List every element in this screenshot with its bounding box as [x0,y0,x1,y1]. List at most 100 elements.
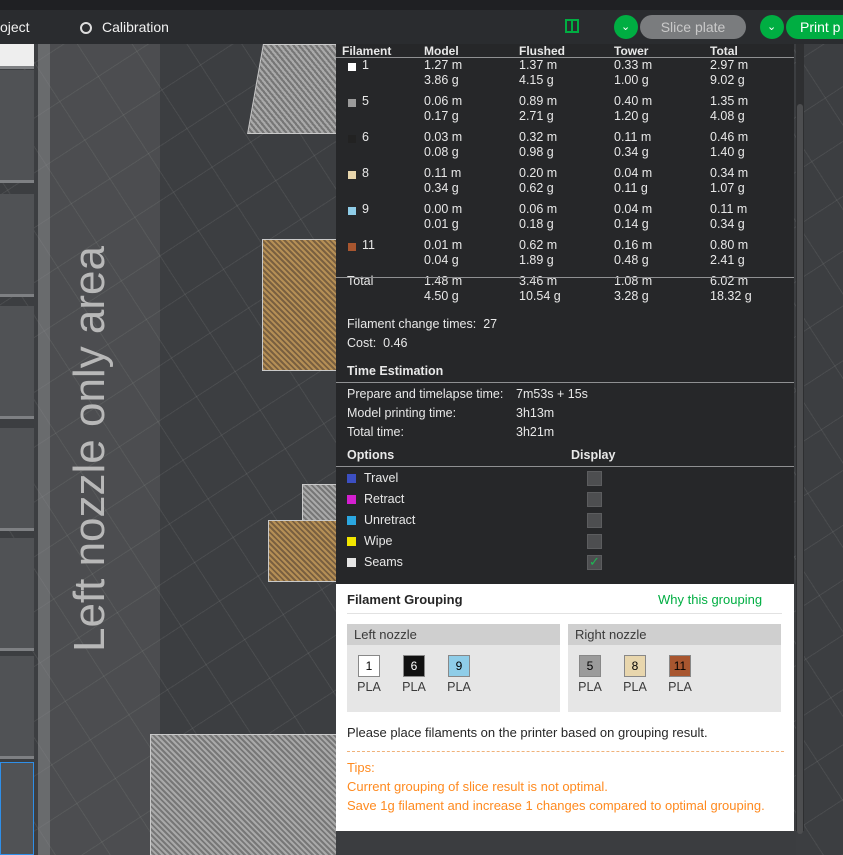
plate-thumbnail-selected[interactable] [0,762,34,855]
option-travel: Travel [347,469,602,487]
flushed-length: 0.32 m [519,130,558,144]
divider [336,277,794,278]
why-this-grouping-link[interactable]: Why this grouping [658,592,762,607]
filament-grouping-title: Filament Grouping [347,592,463,607]
time-estimation-heading: Time Estimation [347,364,444,378]
flushed-weight: 2.71 g [519,109,554,123]
model-part[interactable] [262,239,339,371]
model-weight: 0.34 g [424,181,459,195]
slice-plate-pill[interactable]: Slice plate [640,15,746,39]
column-header-total: Total [710,44,738,58]
cost-value: 0.46 [383,336,408,350]
travel-display-checkbox[interactable] [587,471,602,486]
prepare-time-value: 7m53s + 15s [516,387,588,401]
model-weight: 3.86 g [424,73,459,87]
scrollbar-thumb[interactable] [797,104,803,834]
unretract-display-checkbox[interactable] [587,513,602,528]
gear-icon [80,22,92,34]
option-unretract: Unretract [347,511,602,529]
slice-plate-button[interactable]: ⌄ Slice plate [614,15,746,39]
filament-usage-table: Filament Model Flushed Tower Total 1 1.27… [342,44,790,310]
option-wipe: Wipe [347,532,602,550]
total-length: 2.97 m [710,58,749,72]
model-part[interactable] [268,520,340,582]
flushed-weight: 4.15 g [519,73,554,87]
slice-dropdown-chevron-icon[interactable]: ⌄ [614,15,638,39]
filament-material: PLA [668,680,692,694]
retract-display-checkbox[interactable] [587,492,602,507]
tower-weight: 1.00 g [614,73,649,87]
plate-thumbnail[interactable] [0,306,34,419]
travel-color-icon [347,474,356,484]
filament-change-times-value: 27 [483,317,498,331]
total-weight: 0.34 g [710,217,745,231]
model-length: 0.00 m [424,202,463,216]
calibration-menu[interactable]: Calibration [80,10,169,44]
tower-length: 0.40 m [614,94,653,108]
filament-material: PLA [578,680,602,694]
plate-thumbnail[interactable] [0,656,34,759]
total-length: 0.80 m [710,238,749,252]
flushed-length: 0.89 m [519,94,558,108]
tower-weight: 1.20 g [614,109,649,123]
filament-swatch [348,135,356,143]
filament-chip[interactable]: 11 PLA [662,655,698,694]
plate-thumbnail[interactable] [0,428,34,531]
filament-chip[interactable]: 6 PLA [396,655,432,694]
flushed-weight: 10.54 g [519,289,561,303]
model-weight: 4.50 g [424,289,459,303]
window-top-strip [0,0,843,10]
seams-display-checkbox[interactable] [587,553,602,571]
filament-material: PLA [357,680,381,694]
tip-line: Save 1g filament and increase 1 changes … [347,798,765,813]
model-time-label: Model printing time: [347,406,457,420]
filament-id: 5 [362,94,369,108]
plate-thumbnail[interactable] [0,70,34,183]
column-header-tower: Tower [614,44,649,58]
total-length: 0.46 m [710,130,749,144]
plate-thumbnail[interactable] [0,538,34,651]
print-pill[interactable]: Print p [786,15,843,39]
model-weight: 0.01 g [424,217,459,231]
flushed-weight: 0.98 g [519,145,554,159]
filament-material: PLA [623,680,647,694]
model-part[interactable] [150,734,338,855]
total-length: 0.11 m [710,202,748,216]
filament-chip[interactable]: 5 PLA [572,655,608,694]
model-weight: 0.17 g [424,109,459,123]
display-heading: Display [571,448,616,462]
model-weight: 0.08 g [424,145,459,159]
filament-id: 6 [362,130,369,144]
tower-weight: 3.28 g [614,289,649,303]
layout-toggle-icon[interactable] [565,19,579,33]
model-weight: 0.04 g [424,253,459,267]
filament-chip[interactable]: 1 PLA [351,655,387,694]
tower-length: 0.11 m [614,130,652,144]
flushed-length: 1.37 m [519,58,558,72]
filament-swatch [348,207,356,215]
wipe-display-checkbox[interactable] [587,534,602,549]
project-menu[interactable]: oject [0,10,30,44]
filament-chip-id: 9 [448,655,470,677]
table-row: 1 1.27 m 3.86 g 1.37 m 4.15 g 0.33 m 1.00 g 2.9… [342,58,790,94]
plate-thumbnail-column [0,44,34,855]
panel-scrollbar[interactable] [796,44,804,834]
total-row: Total 1.48 m 4.50 g 3.46 m 10.54 g 1.08 m 3.28… [342,274,790,310]
filament-chip-id: 6 [403,655,425,677]
plate-thumbnail[interactable] [0,44,34,69]
model-length: 0.11 m [424,166,462,180]
filament-chip[interactable]: 8 PLA [617,655,653,694]
option-label: Unretract [364,513,416,527]
filament-id: 9 [362,202,369,216]
print-button[interactable]: ⌄ Print p [760,15,843,39]
filament-id: 8 [362,166,369,180]
filament-chip[interactable]: 9 PLA [441,655,477,694]
total-weight: 1.07 g [710,181,745,195]
viewport-bottom [336,831,796,855]
tower-weight: 0.48 g [614,253,649,267]
right-nozzle-label: Right nozzle [568,624,781,645]
filament-change-times-label: Filament change times: [347,317,477,331]
divider [336,57,794,58]
plate-thumbnail[interactable] [0,194,34,297]
print-dropdown-chevron-icon[interactable]: ⌄ [760,15,784,39]
